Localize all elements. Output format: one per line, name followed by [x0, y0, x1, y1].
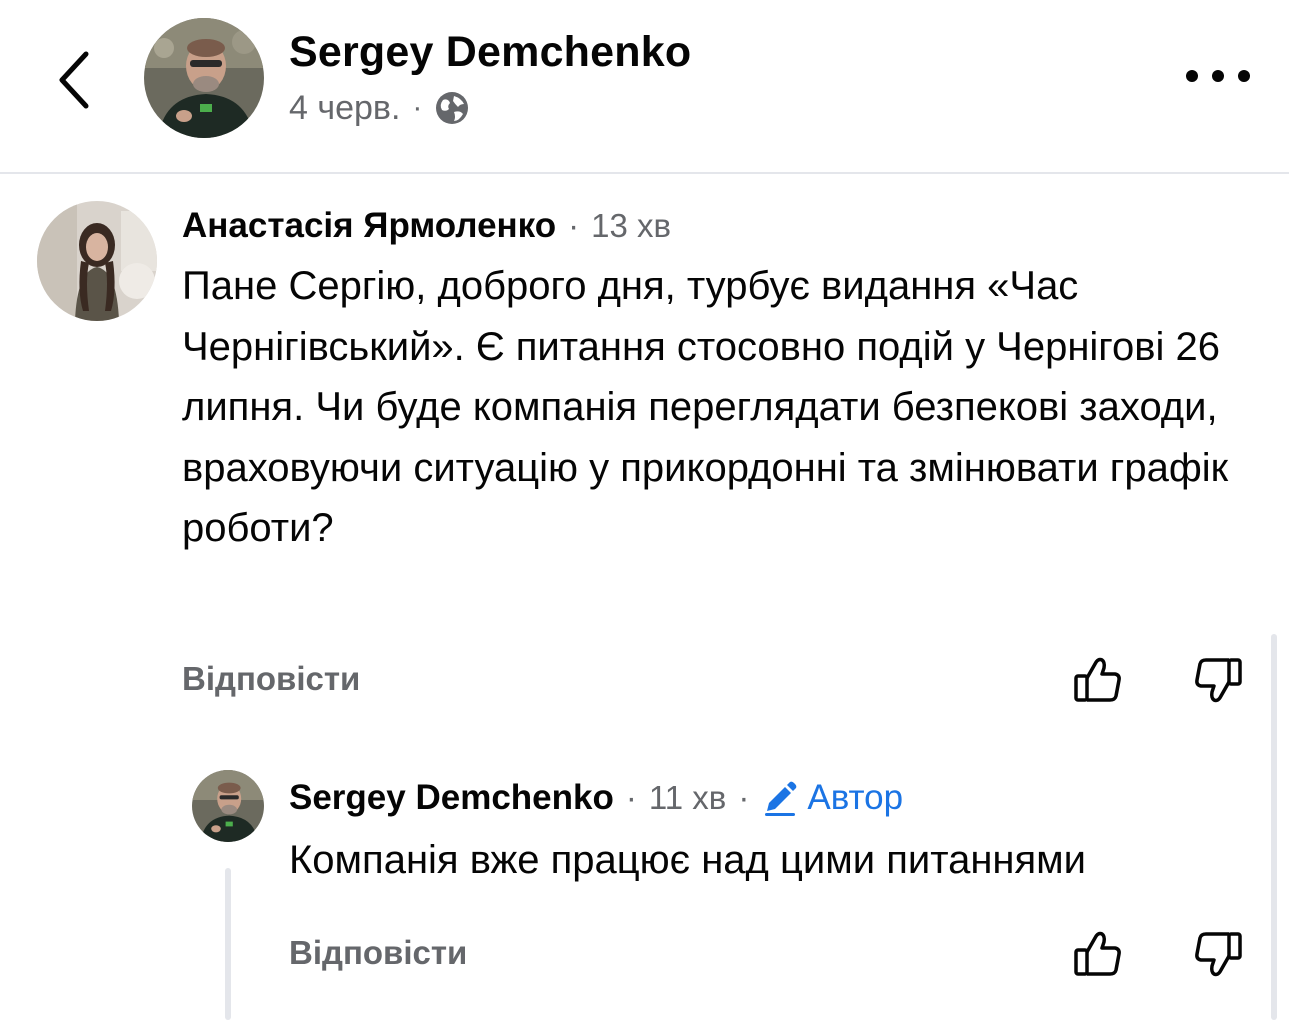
reply-text: Компанія вже працює над цими питаннями	[289, 838, 1087, 882]
reply-separator: ·	[625, 779, 637, 816]
reply-reply-button[interactable]: Відповісти	[289, 934, 467, 972]
reply-like-button[interactable]	[1070, 926, 1126, 982]
comment-author[interactable]: Анастасія Ярмоленко	[182, 206, 556, 246]
back-button[interactable]	[44, 40, 104, 120]
comment-time[interactable]: 13 хв	[591, 207, 671, 245]
comment-header: Анастасія Ярмоленко · 13 хв	[182, 204, 671, 248]
more-dot	[1212, 70, 1224, 82]
scrollbar[interactable]	[1271, 634, 1277, 1020]
globe-icon	[436, 92, 469, 124]
pencil-icon	[765, 781, 797, 816]
commenter-avatar[interactable]	[37, 201, 157, 321]
author-avatar[interactable]	[144, 18, 264, 138]
post-header: Sergey Demchenko 4 черв. ·	[0, 0, 1289, 174]
post-meta: 4 черв. ·	[289, 86, 470, 130]
more-options-button[interactable]	[1186, 56, 1250, 96]
reply-author[interactable]: Sergey Demchenko	[289, 778, 614, 818]
comment-reply-button[interactable]: Відповісти	[182, 660, 360, 698]
thumbs-down-icon	[1195, 932, 1242, 977]
thumbs-up-icon	[1074, 657, 1121, 702]
reply-dislike-button[interactable]	[1190, 926, 1246, 982]
reply-separator: ·	[738, 779, 750, 816]
reply-time[interactable]: 11 хв	[649, 779, 726, 817]
comment-like-button[interactable]	[1070, 652, 1126, 708]
reply-author-avatar[interactable]	[192, 770, 264, 842]
comment-separator: ·	[568, 207, 580, 244]
more-dot	[1238, 70, 1250, 82]
author-badge: Автор	[761, 778, 903, 818]
author-badge-label: Автор	[807, 778, 904, 817]
reply-thread-line	[225, 868, 231, 1020]
reply-header: Sergey Demchenko · 11 хв · Автор	[289, 776, 903, 820]
chevron-left-icon	[59, 51, 89, 109]
more-horizontal-icon	[1186, 70, 1198, 82]
post-author-name[interactable]: Sergey Demchenko	[289, 28, 691, 77]
post-date: 4 черв.	[289, 88, 401, 127]
comment-dislike-button[interactable]	[1190, 652, 1246, 708]
comment-text: Пане Сергію, доброго дня, турбує видання…	[182, 264, 1229, 550]
meta-separator: ·	[412, 91, 423, 124]
thread-page: Sergey Demchenko 4 черв. · Анастасія Ярм…	[0, 0, 1289, 1020]
thumbs-up-icon	[1074, 931, 1121, 976]
thumbs-down-icon	[1195, 658, 1242, 703]
